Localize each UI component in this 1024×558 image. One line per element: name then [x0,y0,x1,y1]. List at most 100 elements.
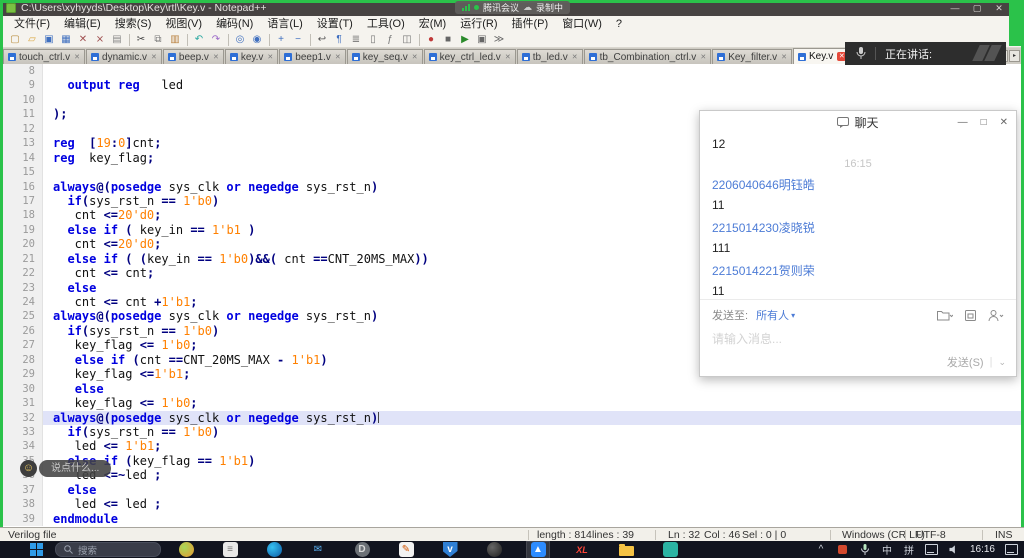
close-tab-icon[interactable]: ✕ [151,53,157,62]
chat-message-list[interactable]: 1216:152206040646明钰皓112215014230凌晓锐11122… [700,134,1016,299]
close-tab-icon[interactable]: ✕ [74,53,80,62]
tray-app-red-icon[interactable] [837,543,849,557]
send-to-selector[interactable]: 所有人 [756,307,789,323]
taskbar-app-shield[interactable]: v [439,542,461,558]
taskbar-app-tencent-meeting[interactable]: ▲ [527,542,549,558]
close-tab-icon[interactable]: ✕ [572,53,578,62]
notification-center-icon[interactable] [1005,543,1018,557]
toolbar-monitor-icon[interactable]: ◫ [399,33,415,47]
toolbar-macro-run-multi-icon[interactable]: ≫ [491,33,507,47]
code-line[interactable]: 37 else [3,483,1024,497]
code-line[interactable]: 10 [3,93,1024,107]
tab-key_ctrl_led.v[interactable]: key_ctrl_led.v✕ [424,49,516,64]
toolbar-indent-guide-icon[interactable]: ≣ [348,33,364,47]
chat-minimize-button[interactable]: — [958,117,968,128]
chat-message-input[interactable]: 请输入消息... [700,323,1016,354]
menu-item-4[interactable]: 编码(N) [209,16,260,32]
menu-item-7[interactable]: 工具(O) [360,16,412,32]
toolbar-word-wrap-icon[interactable]: ↩ [314,33,330,47]
menu-item-5[interactable]: 语言(L) [260,16,309,32]
maximize-button[interactable]: ▢ [966,0,988,16]
code-line[interactable]: 30 else [3,382,1024,396]
chevron-down-icon[interactable]: ⌄ [998,357,1006,368]
toolbar-close-icon[interactable]: ✕ [75,33,91,47]
tab-beep1.v[interactable]: beep1.v✕ [279,49,345,64]
chat-screenshot-icon[interactable] [964,309,977,322]
chat-close-button[interactable]: ✕ [1000,117,1008,128]
toolbar-open-file-icon[interactable]: ▱ [24,33,40,47]
code-line[interactable]: 33 if(sys_rst_n == 1'b0) [3,425,1024,439]
meeting-quick-chat-bubble[interactable]: ☺ 说点什么... [20,459,111,477]
close-tab-icon[interactable]: ✕ [412,53,418,62]
menu-item-8[interactable]: 宏(M) [412,16,454,32]
toolbar-function-list-icon[interactable]: ƒ [382,33,398,47]
toolbar-copy-icon[interactable]: ⧉ [150,33,166,47]
toolbar-undo-icon[interactable]: ↶ [191,33,207,47]
tab-tb_led.v[interactable]: tb_led.v✕ [517,49,583,64]
taskbar-app-xunlei[interactable]: XL [571,542,593,558]
toolbar-new-file-icon[interactable]: ▢ [7,33,23,47]
menu-item-0[interactable]: 文件(F) [7,16,57,32]
toolbar-print-icon[interactable]: ▤ [109,33,125,47]
taskbar-app-sphere[interactable] [483,542,505,558]
taskbar-app-mail[interactable]: ✉ [307,542,329,558]
taskbar-app-wps[interactable]: ✎ [395,542,417,558]
chat-folder-icon[interactable] [937,309,953,322]
toolbar-save-all-icon[interactable]: ▦ [58,33,74,47]
menu-item-9[interactable]: 运行(R) [453,16,504,32]
close-tab-icon[interactable]: ✕ [213,53,219,62]
code-line[interactable]: 34 led <= 1'b1; [3,439,1024,453]
close-button[interactable]: ✕ [988,0,1010,16]
tab-scroll-right[interactable]: ▸ [1009,50,1020,62]
tray-ime-mode-icon[interactable]: 中 [881,543,893,557]
taskbar-app-dell[interactable]: D [351,542,373,558]
emoji-icon[interactable]: ☺ [20,460,37,477]
chat-participants-icon[interactable] [988,309,1004,322]
close-tab-icon[interactable]: ✕ [700,53,706,62]
toolbar-macro-record-icon[interactable]: ● [423,33,439,47]
toolbar-doc-map-icon[interactable]: ▯ [365,33,381,47]
toolbar-find-icon[interactable]: ◎ [232,33,248,47]
start-button[interactable] [30,543,43,556]
tab-key_seq.v[interactable]: key_seq.v✕ [347,49,423,64]
code-line[interactable]: 36 led <=~led ; [3,468,1024,482]
menu-item-2[interactable]: 搜索(S) [108,16,159,32]
tab-beep.v[interactable]: beep.v✕ [163,49,224,64]
code-line[interactable]: 9 output reg led [3,78,1024,92]
toolbar-zoom-in-icon[interactable]: + [273,33,289,47]
toolbar-paste-icon[interactable]: ▥ [167,33,183,47]
tray-keyboard-icon[interactable] [925,543,938,557]
taskbar-app-edge-browser[interactable] [263,542,285,558]
taskbar-app-file-explorer[interactable] [615,542,637,558]
tray-ime-panel-icon[interactable]: 拼 [903,543,915,557]
code-line[interactable]: 38 led <= led ; [3,497,1024,511]
meeting-status-pill[interactable]: 腾讯会议 ☁ 录制中 [455,1,570,14]
menu-item-10[interactable]: 插件(P) [505,16,556,32]
taskbar-app-swirl[interactable] [175,542,197,558]
tray-volume-icon[interactable] [948,543,960,557]
code-line[interactable]: 39endmodule [3,512,1024,526]
toolbar-cut-icon[interactable]: ✂ [133,33,149,47]
code-line[interactable]: 8 [3,64,1024,78]
close-tab-icon[interactable]: ✕ [781,53,787,62]
menu-item-11[interactable]: 窗口(W) [555,16,609,32]
toolbar-redo-icon[interactable]: ↷ [208,33,224,47]
taskbar-app-grid[interactable] [659,542,681,558]
tab-touch_ctrl.v[interactable]: touch_ctrl.v✕ [3,49,85,64]
clock[interactable]: 16:16 [970,544,995,555]
chat-maximize-button[interactable]: □ [981,117,987,128]
taskbar-search[interactable]: 搜索 [55,542,161,557]
tray-expand-icon[interactable]: ^ [815,543,827,557]
close-tab-icon[interactable]: ✕ [335,53,341,62]
taskbar-app-document[interactable]: ≡ [219,542,241,558]
toolbar-replace-icon[interactable]: ◉ [249,33,265,47]
code-line[interactable]: 31 key_flag <= 1'b0; [3,396,1024,410]
toolbar-macro-save-icon[interactable]: ▣ [474,33,490,47]
tab-Key_filter.v[interactable]: Key_filter.v✕ [712,49,792,64]
toolbar-show-all-chars-icon[interactable]: ¶ [331,33,347,47]
menu-item-6[interactable]: 设置(T) [310,16,360,32]
tab-dynamic.v[interactable]: dynamic.v✕ [86,49,162,64]
tab-Key.v[interactable]: Key.v✕ [793,48,851,64]
close-tab-icon[interactable]: ✕ [267,53,273,62]
toolbar-close-all-icon[interactable]: ⨯ [92,33,108,47]
